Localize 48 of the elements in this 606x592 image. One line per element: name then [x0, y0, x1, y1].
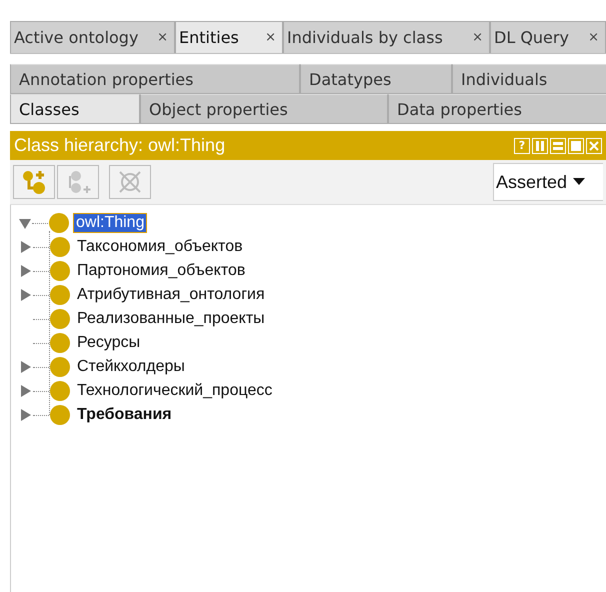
expand-toggle[interactable] [19, 264, 33, 278]
expand-toggle[interactable] [19, 408, 33, 422]
class-icon [49, 308, 71, 330]
tree-item[interactable]: Стейкхолдеры [75, 358, 187, 376]
view-title: Class hierarchy: owl:Thing [14, 135, 226, 156]
class-icon [49, 332, 71, 354]
entity-tab[interactable]: Annotation properties [10, 64, 300, 94]
tree-item[interactable]: owl:Thing [74, 214, 146, 232]
tab-label: Individuals by class [287, 28, 443, 47]
close-tab-button[interactable]: × [588, 30, 599, 45]
dropdown-caret-icon [573, 178, 586, 186]
tree-item[interactable]: Реализованные_проекты [75, 310, 267, 328]
tab[interactable]: Active ontology × [10, 21, 175, 53]
collapse-toggle[interactable] [18, 216, 32, 230]
class-icon [49, 356, 71, 378]
entity-tab[interactable]: Datatypes [300, 64, 452, 94]
close-tab-button[interactable]: × [265, 30, 276, 45]
entity-tab[interactable]: Data properties [388, 94, 606, 124]
entity-tab[interactable]: Individuals [452, 64, 606, 94]
close-tab-button[interactable]: × [472, 30, 483, 45]
expand-toggle[interactable] [19, 240, 33, 254]
tab-label: Entities [179, 28, 239, 47]
class-icon [49, 260, 71, 282]
class-icon [49, 236, 71, 258]
expand-toggle[interactable] [19, 384, 33, 398]
expand-toggle[interactable] [19, 360, 33, 374]
tree-item[interactable]: Атрибутивная_онтология [75, 286, 267, 304]
tab[interactable]: Entities × [175, 21, 283, 53]
class-icon [48, 212, 70, 234]
entity-tab[interactable]: Classes [10, 94, 140, 124]
add-subclass-icon [20, 168, 48, 196]
class-icon [49, 404, 71, 426]
class-icon [49, 380, 71, 402]
tree-item[interactable]: Партономия_объектов [75, 262, 248, 280]
tab-label: DL Query [494, 28, 569, 47]
tab[interactable]: DL Query × [490, 21, 606, 53]
tree-item[interactable]: Ресурсы [75, 334, 142, 352]
tab[interactable]: Individuals by class × [283, 21, 490, 53]
class-icon [49, 284, 71, 306]
tree-item[interactable]: Таксономия_объектов [75, 238, 245, 256]
tree-item[interactable]: Технологический_процесс [75, 382, 274, 400]
close-tab-button[interactable]: × [157, 30, 168, 45]
tab-label: Active ontology [14, 28, 138, 47]
tree-item[interactable]: Требования [75, 406, 174, 424]
add-subclass-button[interactable] [13, 165, 55, 199]
expand-toggle[interactable] [19, 288, 33, 302]
hierarchy-mode-dropdown[interactable]: Asserted [493, 163, 603, 201]
entity-tab[interactable]: Object properties [140, 94, 388, 124]
